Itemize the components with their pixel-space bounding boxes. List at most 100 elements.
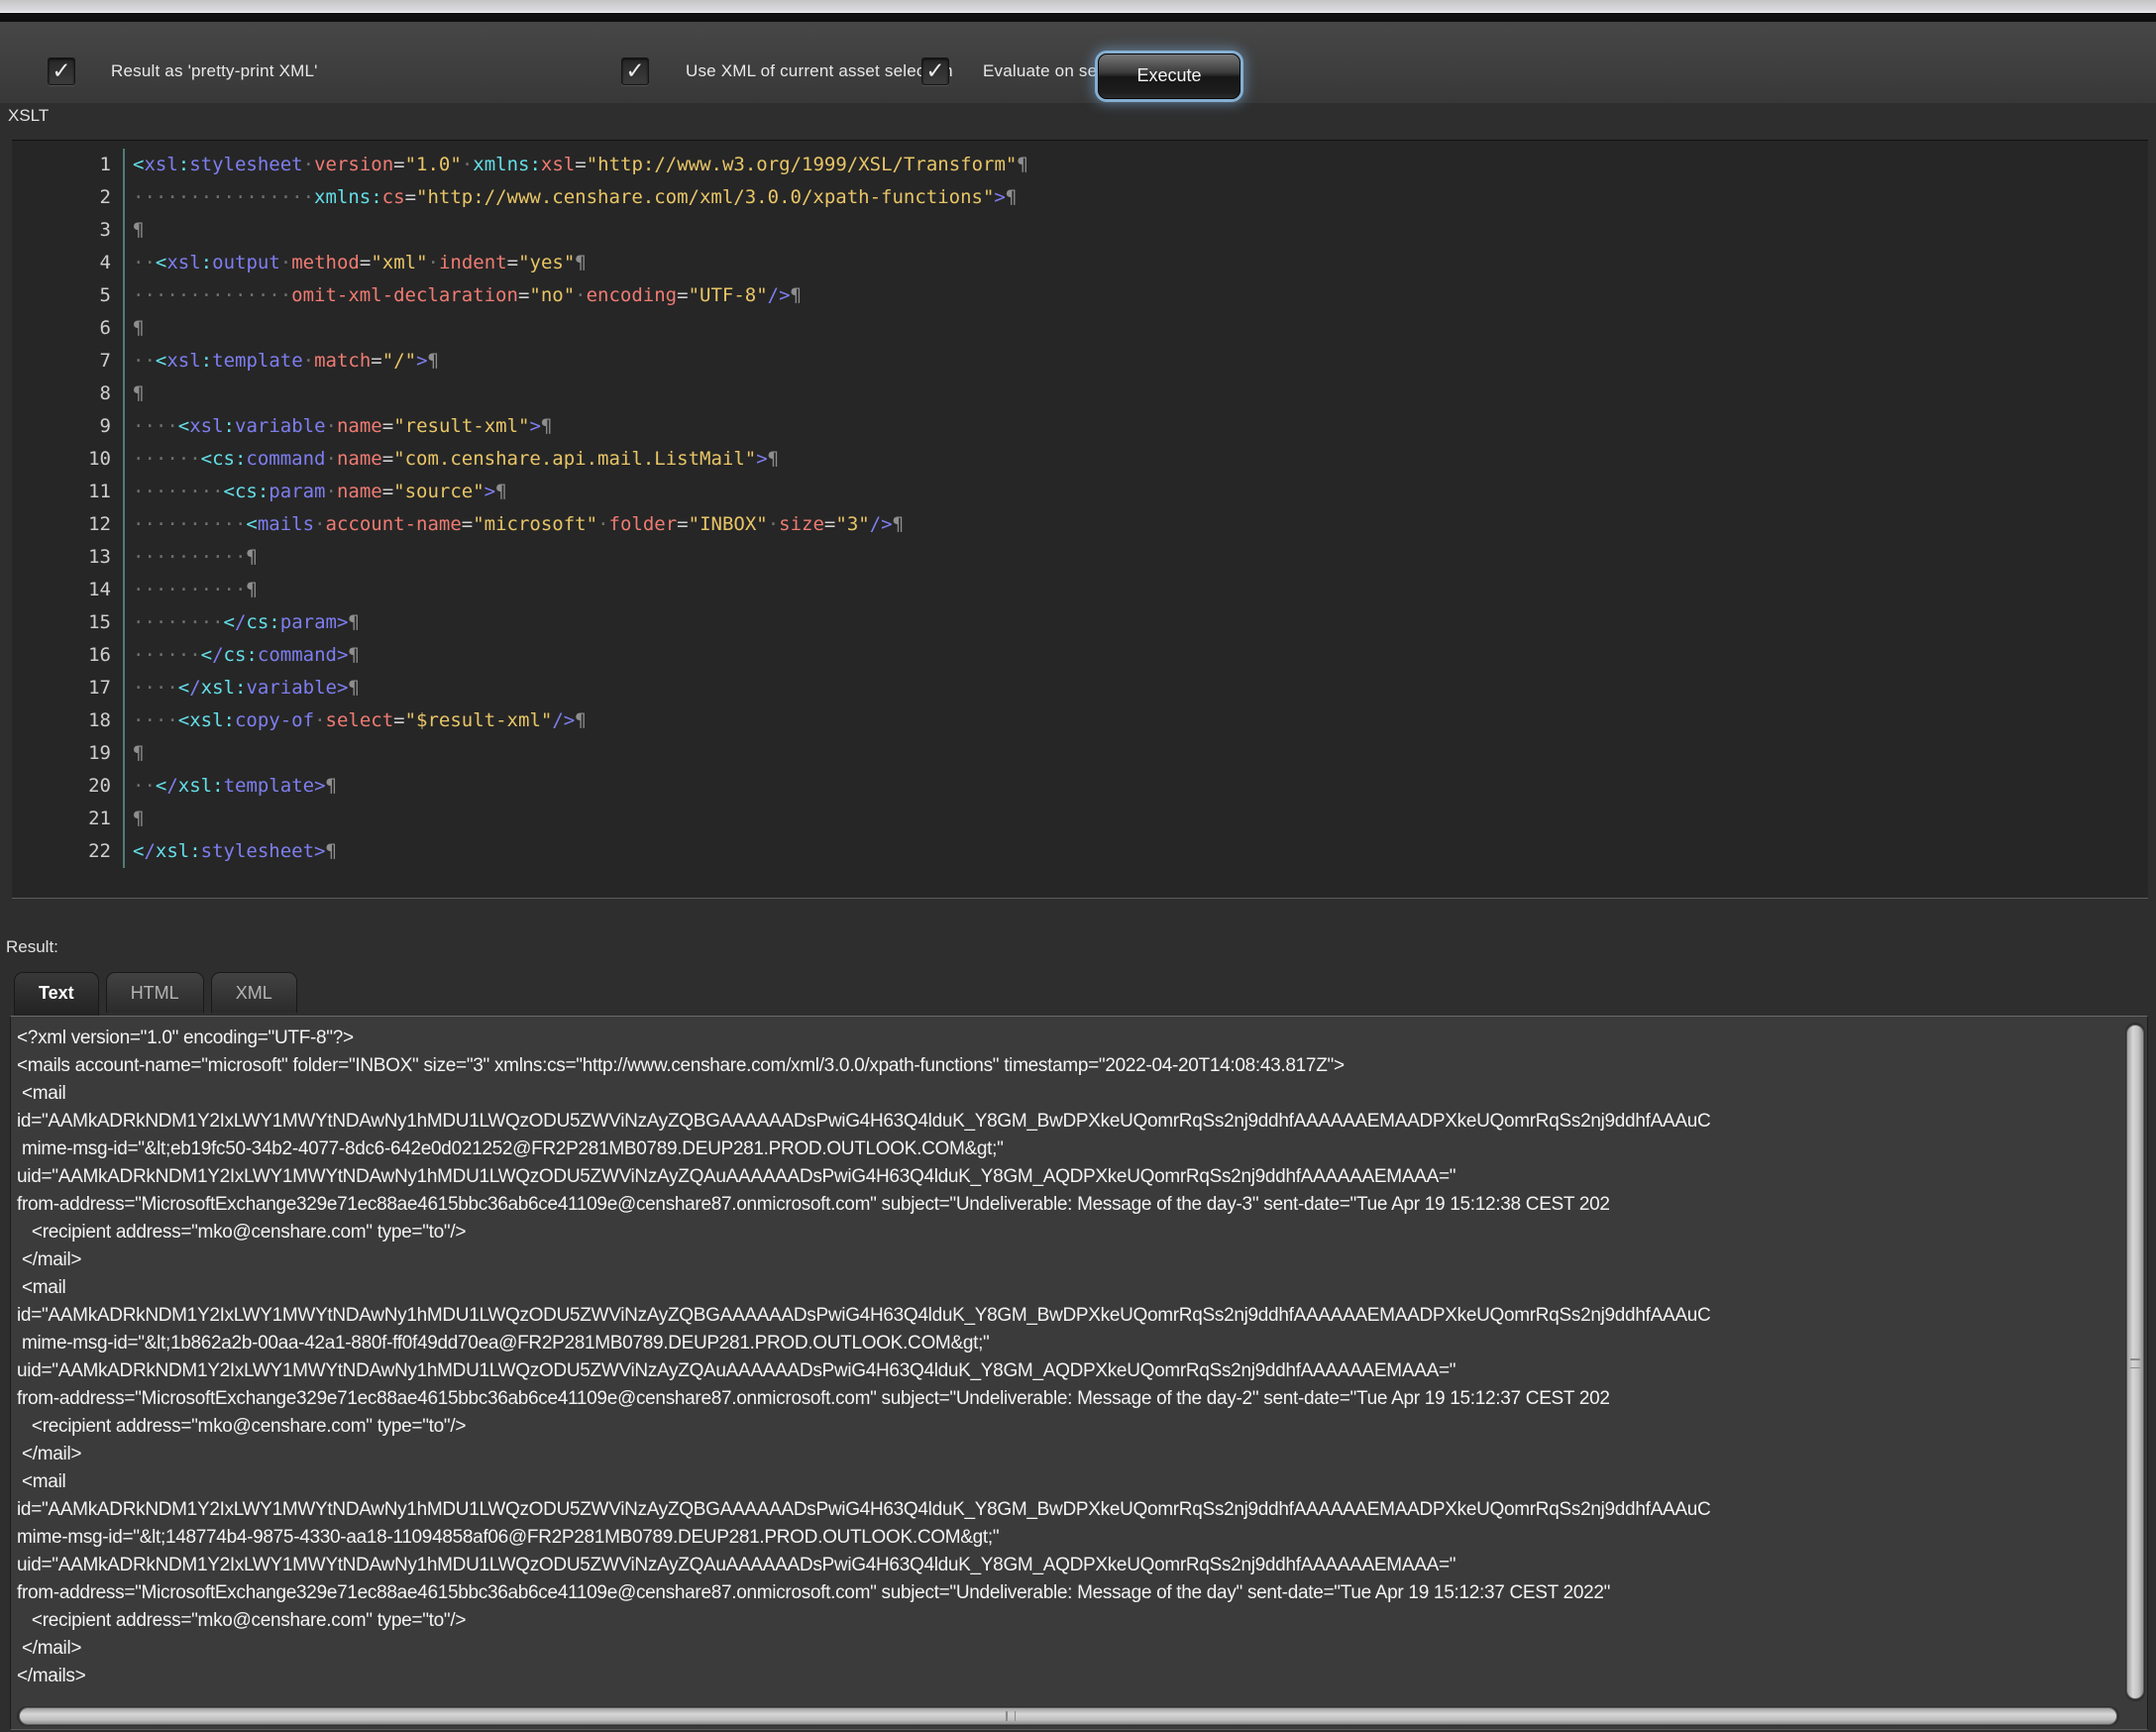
result-line: from-address="MicrosoftExchange329e71ec8… — [17, 1385, 2121, 1413]
result-line: <?xml version="1.0" encoding="UTF-8"?> — [17, 1025, 2121, 1052]
result-line: <mail — [17, 1080, 2121, 1108]
window-titlebar — [0, 0, 2156, 13]
horizontal-scrollbar-thumb[interactable] — [19, 1707, 2117, 1725]
result-line: mime-msg-id="&lt;148774b4-9875-4330-aa18… — [17, 1524, 2121, 1552]
checkbox-use-current-asset-xml[interactable]: ✓ — [621, 57, 649, 85]
code-line[interactable]: 22</xsl:stylesheet>¶ — [12, 835, 2148, 868]
code-text: ¶ — [125, 214, 144, 247]
line-number: 22 — [12, 835, 125, 868]
result-line: from-address="MicrosoftExchange329e71ec8… — [17, 1579, 2121, 1607]
tab-xml[interactable]: XML — [211, 972, 297, 1013]
result-line: <mail — [17, 1274, 2121, 1302]
code-line[interactable]: 4··<xsl:output·method="xml"·indent="yes"… — [12, 247, 2148, 279]
line-number: 17 — [12, 672, 125, 704]
code-text: </xsl:stylesheet>¶ — [125, 835, 337, 868]
checkbox-pretty-print-xml[interactable]: ✓ — [48, 57, 75, 85]
line-number: 1 — [12, 149, 125, 181]
vertical-scrollbar[interactable] — [2125, 1023, 2145, 1701]
line-number: 4 — [12, 247, 125, 279]
code-text: ················xmlns:cs="http://www.cen… — [125, 181, 1017, 214]
code-line[interactable]: 14··········¶ — [12, 574, 2148, 606]
execute-button[interactable]: Execute — [1098, 54, 1240, 99]
code-text: ··<xsl:template·match="/">¶ — [125, 345, 439, 378]
code-text: ¶ — [125, 312, 144, 345]
code-line[interactable]: 11········<cs:param·name="source">¶ — [12, 476, 2148, 508]
code-line[interactable]: 12··········<mails·account-name="microso… — [12, 508, 2148, 541]
line-number: 8 — [12, 378, 125, 410]
code-text: ········<cs:param·name="source">¶ — [125, 476, 507, 508]
result-line: </mail> — [17, 1635, 2121, 1663]
checkbox-pretty-print-xml-label: Result as 'pretty-print XML' — [111, 61, 318, 81]
line-number: 21 — [12, 803, 125, 835]
code-line[interactable]: 8¶ — [12, 378, 2148, 410]
checkbox-evaluate-on-server[interactable]: ✓ — [921, 57, 949, 85]
code-line[interactable]: 18····<xsl:copy-of·select="$result-xml"/… — [12, 704, 2148, 737]
horizontal-scrollbar[interactable] — [17, 1706, 2119, 1726]
scrollbar-grip — [1006, 1711, 1016, 1721]
code-line[interactable]: 6¶ — [12, 312, 2148, 345]
line-number: 19 — [12, 737, 125, 770]
line-number: 20 — [12, 770, 125, 803]
result-line: <mails account-name="microsoft" folder="… — [17, 1052, 2121, 1080]
code-line[interactable]: 16······</cs:command>¶ — [12, 639, 2148, 672]
code-text: ··········<mails·account-name="microsoft… — [125, 508, 904, 541]
line-number: 18 — [12, 704, 125, 737]
code-text: ¶ — [125, 378, 144, 410]
xslt-code-editor[interactable]: 1<xsl:stylesheet·version="1.0"·xmlns:xsl… — [12, 140, 2148, 899]
result-tab-bar: Text HTML XML — [14, 972, 297, 1014]
tab-html[interactable]: HTML — [106, 972, 204, 1013]
code-line[interactable]: 21¶ — [12, 803, 2148, 835]
result-line: <recipient address="mko@censhare.com" ty… — [17, 1607, 2121, 1635]
line-number: 6 — [12, 312, 125, 345]
code-text: ····<xsl:variable·name="result-xml">¶ — [125, 410, 552, 443]
line-number: 16 — [12, 639, 125, 672]
code-text: ····<xsl:copy-of·select="$result-xml"/>¶ — [125, 704, 587, 737]
code-line[interactable]: 10······<cs:command·name="com.censhare.a… — [12, 443, 2148, 476]
code-line[interactable]: 1<xsl:stylesheet·version="1.0"·xmlns:xsl… — [12, 149, 2148, 181]
top-divider — [0, 13, 2156, 22]
result-line: uid="AAMkADRkNDM1Y2IxLWY1MWYtNDAwNy1hMDU… — [17, 1357, 2121, 1385]
line-number: 7 — [12, 345, 125, 378]
result-line: <mail — [17, 1468, 2121, 1496]
tab-text[interactable]: Text — [14, 972, 99, 1017]
code-text: ····</xsl:variable>¶ — [125, 672, 360, 704]
code-line[interactable]: 7··<xsl:template·match="/">¶ — [12, 345, 2148, 378]
line-number: 15 — [12, 606, 125, 639]
code-line[interactable]: 17····</xsl:variable>¶ — [12, 672, 2148, 704]
code-text: ··········¶ — [125, 574, 258, 606]
line-number: 14 — [12, 574, 125, 606]
code-line[interactable]: 2················xmlns:cs="http://www.ce… — [12, 181, 2148, 214]
code-text: ··············omit-xml-declaration="no"·… — [125, 279, 802, 312]
line-number: 2 — [12, 181, 125, 214]
scrollbar-grip — [2130, 1358, 2140, 1368]
code-text: ¶ — [125, 737, 144, 770]
result-line: uid="AAMkADRkNDM1Y2IxLWY1MWYtNDAwNy1hMDU… — [17, 1163, 2121, 1191]
code-text: ¶ — [125, 803, 144, 835]
result-line: id="AAMkADRkNDM1Y2IxLWY1MWYtNDAwNy1hMDU1… — [17, 1108, 2121, 1136]
code-text: ··········¶ — [125, 541, 258, 574]
result-line: </mails> — [17, 1663, 2121, 1690]
code-text: <xsl:stylesheet·version="1.0"·xmlns:xsl=… — [125, 149, 1028, 181]
code-line[interactable]: 19¶ — [12, 737, 2148, 770]
toolbar: ✓ Result as 'pretty-print XML' ✓ Use XML… — [0, 22, 2156, 103]
result-line: uid="AAMkADRkNDM1Y2IxLWY1MWYtNDAwNy1hMDU… — [17, 1552, 2121, 1579]
code-text: ··</xsl:template>¶ — [125, 770, 337, 803]
result-line: mime-msg-id="&lt;eb19fc50-34b2-4077-8dc6… — [17, 1136, 2121, 1163]
code-line[interactable]: 9····<xsl:variable·name="result-xml">¶ — [12, 410, 2148, 443]
vertical-scrollbar-thumb[interactable] — [2126, 1025, 2144, 1699]
code-line[interactable]: 15········</cs:param>¶ — [12, 606, 2148, 639]
code-line[interactable]: 3¶ — [12, 214, 2148, 247]
result-line: </mail> — [17, 1441, 2121, 1468]
line-number: 5 — [12, 279, 125, 312]
result-panel: <?xml version="1.0" encoding="UTF-8"?><m… — [10, 1016, 2148, 1730]
code-text: ······<cs:command·name="com.censhare.api… — [125, 443, 779, 476]
line-number: 10 — [12, 443, 125, 476]
code-line[interactable]: 20··</xsl:template>¶ — [12, 770, 2148, 803]
result-output[interactable]: <?xml version="1.0" encoding="UTF-8"?><m… — [17, 1025, 2121, 1703]
code-text: ··<xsl:output·method="xml"·indent="yes"¶ — [125, 247, 587, 279]
code-line[interactable]: 5··············omit-xml-declaration="no"… — [12, 279, 2148, 312]
result-line: id="AAMkADRkNDM1Y2IxLWY1MWYtNDAwNy1hMDU1… — [17, 1302, 2121, 1330]
result-line: <recipient address="mko@censhare.com" ty… — [17, 1219, 2121, 1246]
line-number: 11 — [12, 476, 125, 508]
code-line[interactable]: 13··········¶ — [12, 541, 2148, 574]
